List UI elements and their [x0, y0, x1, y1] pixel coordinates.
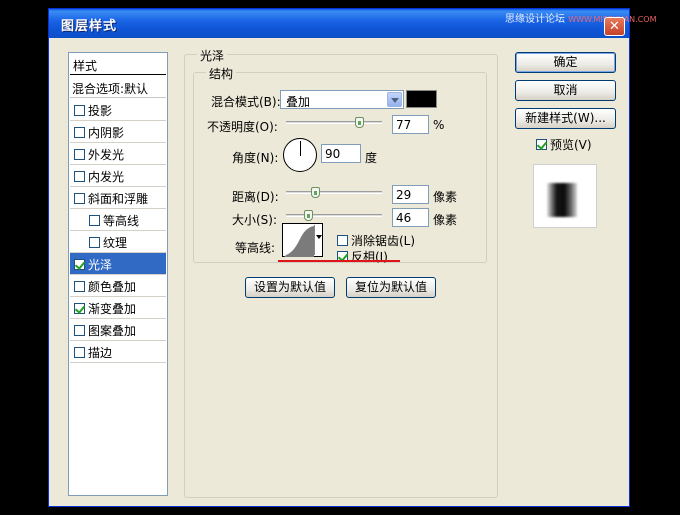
satin-color-swatch[interactable]: [406, 90, 437, 108]
style-list-item[interactable]: 光泽: [70, 253, 166, 275]
chevron-down-icon[interactable]: [387, 92, 402, 107]
invert-checkbox-row[interactable]: 反相(I): [337, 248, 388, 265]
new-style-button[interactable]: 新建样式(W)...: [515, 108, 616, 129]
size-unit: 像素: [433, 213, 458, 227]
antialias-checkbox[interactable]: [337, 235, 348, 246]
contour-label: 等高线:: [235, 241, 276, 255]
size-slider-track[interactable]: [286, 214, 382, 217]
layer-style-dialog: 图层样式 思缘设计论坛 WWW.MISSYUAN.COM ✕ 样式 混合选项:默…: [48, 8, 657, 507]
style-list-item-label: 等高线: [103, 214, 140, 228]
watermark: 思缘设计论坛 WWW.MISSYUAN.COM: [505, 14, 657, 25]
dialog-title: 图层样式: [61, 19, 118, 34]
style-list-item-label: 外发光: [88, 148, 125, 162]
opacity-label: 不透明度(O):: [207, 120, 278, 134]
style-list-item[interactable]: 描边: [70, 341, 166, 363]
style-checkbox[interactable]: [74, 347, 85, 358]
style-list-item[interactable]: 投影: [70, 99, 166, 121]
style-list-item[interactable]: 外发光: [70, 143, 166, 165]
angle-dial-needle: [300, 141, 301, 156]
angle-unit: 度: [365, 151, 378, 165]
dialog-body: 样式 混合选项:默认 投影 内阴影 外发光 内发光 斜面和浮雕 等高线 纹理 光泽 颜色叠加 渐变…: [49, 38, 629, 506]
distance-input[interactable]: 29: [392, 185, 429, 204]
title-bar[interactable]: 图层样式 思缘设计论坛 WWW.MISSYUAN.COM ✕: [49, 9, 657, 38]
opacity-unit: %: [433, 118, 445, 132]
style-list-item-label: 渐变叠加: [88, 302, 137, 316]
style-list-item[interactable]: 内阴影: [70, 121, 166, 143]
style-list-item-label: 颜色叠加: [88, 280, 137, 294]
contour-curve-icon: [284, 226, 314, 257]
close-button[interactable]: ✕: [604, 17, 625, 36]
opacity-slider-thumb[interactable]: [354, 117, 364, 128]
style-list-item-label: 内阴影: [88, 126, 125, 140]
contour-picker[interactable]: [282, 223, 323, 257]
blend-mode-label: 混合模式(B):: [211, 95, 281, 109]
style-checkbox[interactable]: [74, 259, 85, 270]
style-checkbox[interactable]: [74, 149, 85, 160]
distance-label: 距离(D):: [232, 190, 279, 204]
style-checkbox[interactable]: [74, 281, 85, 292]
preview-label: 预览(V): [550, 138, 592, 152]
antialias-checkbox-row[interactable]: 消除锯齿(L): [337, 232, 415, 249]
style-list-item-label: 描边: [88, 346, 113, 360]
angle-dial[interactable]: [283, 138, 317, 172]
style-checkbox[interactable]: [89, 215, 100, 226]
angle-input[interactable]: 90: [321, 144, 361, 163]
style-list-item[interactable]: 斜面和浮雕: [70, 187, 166, 209]
annotation-underline: [278, 260, 400, 262]
style-list-item-label: 投影: [88, 104, 113, 118]
contour-dropdown-arrow[interactable]: [314, 225, 322, 255]
cancel-button[interactable]: 取消: [515, 80, 616, 101]
close-icon: ✕: [609, 19, 620, 34]
make-default-button[interactable]: 设置为默认值: [245, 277, 335, 298]
preview-checkbox-row[interactable]: 预览(V): [536, 136, 592, 153]
style-list-item[interactable]: 纹理: [70, 231, 166, 253]
angle-label: 角度(N):: [232, 151, 279, 165]
style-checkbox[interactable]: [74, 171, 85, 182]
style-list-item[interactable]: 内发光: [70, 165, 166, 187]
blend-mode-value: 叠加: [286, 95, 311, 109]
opacity-input[interactable]: 77: [392, 115, 429, 134]
style-checkbox[interactable]: [74, 127, 85, 138]
style-checkbox[interactable]: [74, 105, 85, 116]
style-checkbox[interactable]: [74, 193, 85, 204]
reset-default-button[interactable]: 复位为默认值: [346, 277, 436, 298]
opacity-slider-track[interactable]: [286, 121, 382, 124]
style-list-header[interactable]: 样式: [70, 54, 166, 75]
size-slider-thumb[interactable]: [304, 210, 314, 221]
style-preview-thumbnail: [547, 183, 577, 217]
distance-slider-thumb[interactable]: [310, 187, 320, 198]
style-list-item-label: 光泽: [88, 258, 113, 272]
size-label: 大小(S):: [232, 213, 278, 227]
style-list-item-label: 斜面和浮雕: [88, 192, 149, 206]
style-list-item[interactable]: 渐变叠加: [70, 297, 166, 319]
blend-options-item[interactable]: 混合选项:默认: [70, 78, 166, 98]
ok-button[interactable]: 确定: [515, 52, 616, 73]
style-list-item[interactable]: 等高线: [70, 209, 166, 231]
satin-group-title: 光泽: [197, 47, 228, 64]
style-checkbox[interactable]: [89, 237, 100, 248]
size-input[interactable]: 46: [392, 208, 429, 227]
distance-slider-track[interactable]: [286, 191, 382, 194]
style-checkbox[interactable]: [74, 303, 85, 314]
style-list-item-label: 内发光: [88, 170, 125, 184]
style-list-item-label: 图案叠加: [88, 324, 137, 338]
style-list-item[interactable]: 图案叠加: [70, 319, 166, 341]
structure-group-title: 结构: [206, 65, 237, 82]
style-preview: [533, 164, 597, 228]
distance-unit: 像素: [433, 190, 458, 204]
style-list: 样式 混合选项:默认 投影内阴影外发光内发光斜面和浮雕等高线纹理光泽颜色叠加渐变…: [68, 52, 168, 496]
blend-mode-select[interactable]: 叠加: [280, 90, 404, 109]
style-checkbox[interactable]: [74, 325, 85, 336]
antialias-label: 消除锯齿(L): [351, 234, 416, 248]
style-list-item-label: 纹理: [103, 236, 128, 250]
preview-checkbox[interactable]: [536, 139, 547, 150]
style-list-item[interactable]: 颜色叠加: [70, 275, 166, 297]
